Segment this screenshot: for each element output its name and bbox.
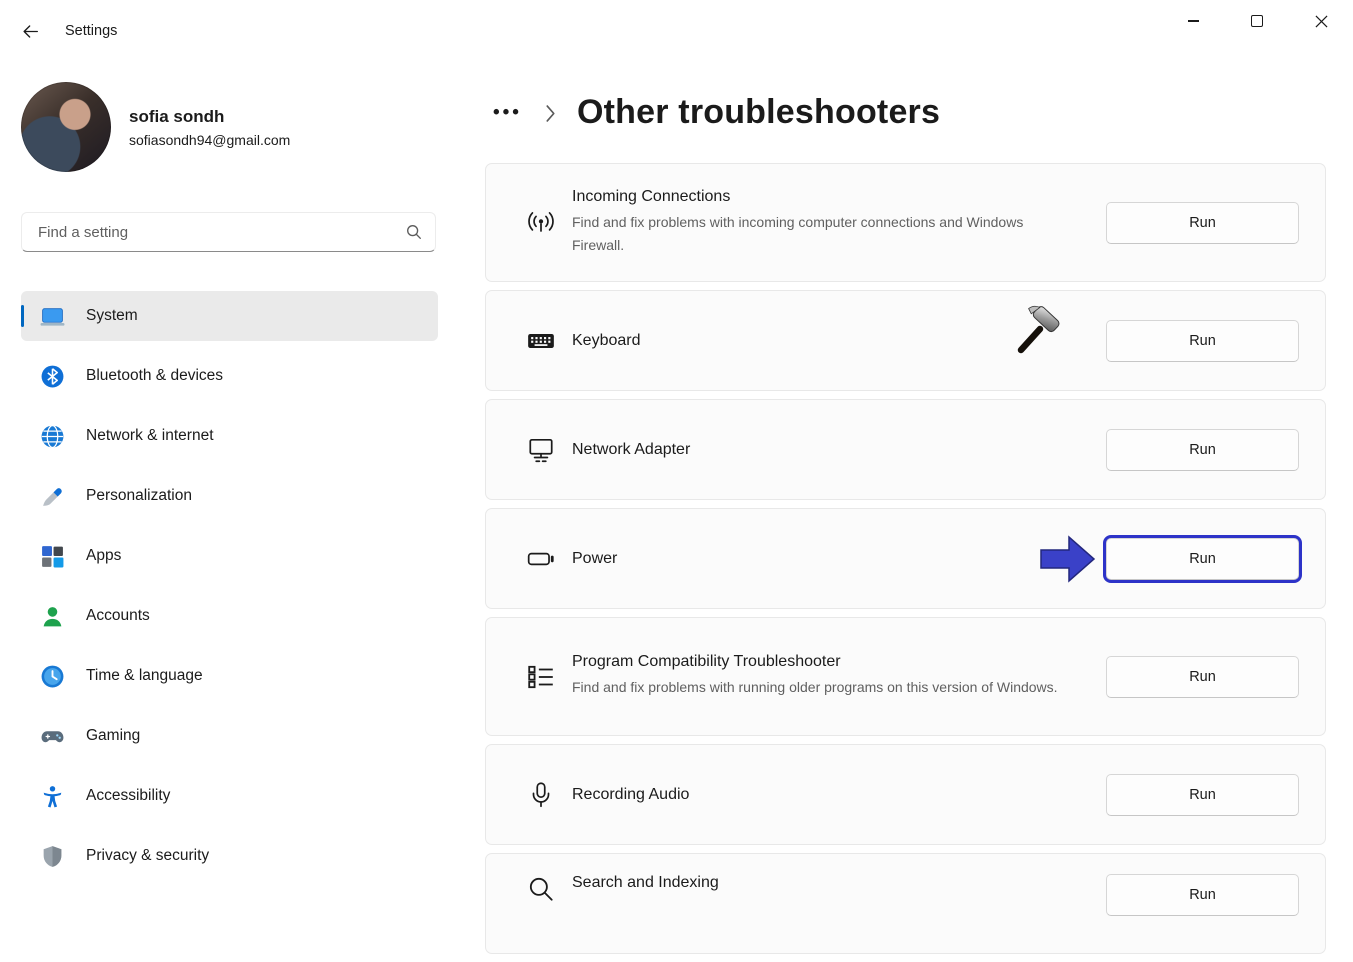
- power-icon: [526, 544, 556, 574]
- page-title: Other troubleshooters: [577, 93, 940, 132]
- privacy-security-icon: [40, 844, 65, 869]
- troubleshooter-text: Power: [572, 550, 1106, 568]
- sidebar: sofia sondh sofiasondh94@gmail.com Syste…: [0, 62, 460, 886]
- accessibility-icon: [40, 784, 65, 809]
- sidebar-item-accessibility[interactable]: Accessibility: [21, 771, 438, 821]
- maximize-button[interactable]: [1225, 0, 1289, 42]
- sidebar-item-accounts[interactable]: Accounts: [21, 591, 438, 641]
- sidebar-item-personalization[interactable]: Personalization: [21, 471, 438, 521]
- sidebar-item-apps[interactable]: Apps: [21, 531, 438, 581]
- troubleshooter-text: Recording Audio: [572, 786, 1106, 804]
- network-icon: [40, 424, 65, 449]
- close-icon: [1315, 15, 1328, 28]
- sidebar-item-label: Gaming: [86, 727, 140, 745]
- accounts-icon: [40, 604, 65, 629]
- minimize-icon: [1188, 20, 1199, 21]
- sidebar-item-label: Accounts: [86, 607, 150, 625]
- sidebar-item-privacy-security[interactable]: Privacy & security: [21, 831, 438, 881]
- titlebar: Settings: [0, 0, 1353, 62]
- selected-indicator: [21, 305, 24, 327]
- search-and-indexing-icon: [526, 874, 556, 904]
- bluetooth-icon: [40, 364, 65, 389]
- run-button-keyboard[interactable]: Run: [1106, 320, 1299, 362]
- user-email: sofiasondh94@gmail.com: [129, 132, 290, 148]
- back-button[interactable]: [22, 23, 39, 40]
- window-controls: [1161, 0, 1353, 42]
- sidebar-item-label: Personalization: [86, 487, 192, 505]
- sidebar-item-label: Apps: [86, 547, 121, 565]
- troubleshooter-name: Search and Indexing: [572, 874, 1106, 892]
- network-adapter-icon: [526, 435, 556, 465]
- hammer-cursor-icon: [1013, 305, 1065, 355]
- troubleshooter-name: Incoming Connections: [572, 188, 1106, 206]
- system-icon: [40, 304, 65, 329]
- sidebar-item-network-internet[interactable]: Network & internet: [21, 411, 438, 461]
- sidebar-item-label: System: [86, 307, 138, 325]
- sidebar-item-system[interactable]: System: [21, 291, 438, 341]
- incoming-connections-icon: [526, 208, 556, 238]
- troubleshooter-name: Program Compatibility Troubleshooter: [572, 653, 1106, 671]
- sidebar-item-bluetooth-devices[interactable]: Bluetooth & devices: [21, 351, 438, 401]
- back-arrow-icon: [22, 23, 39, 40]
- main-content: ••• Other troubleshooters Incoming Conne…: [485, 62, 1326, 962]
- troubleshooter-text: Search and Indexing: [572, 874, 1106, 892]
- troubleshooter-name: Recording Audio: [572, 786, 1106, 804]
- troubleshooter-name: Network Adapter: [572, 441, 1106, 459]
- run-button-power[interactable]: Run: [1106, 538, 1299, 580]
- program-compatibility-icon: [526, 662, 556, 692]
- troubleshooter-text: Network Adapter: [572, 441, 1106, 459]
- page-header: ••• Other troubleshooters: [485, 82, 1326, 142]
- sidebar-item-label: Privacy & security: [86, 847, 209, 865]
- user-profile[interactable]: sofia sondh sofiasondh94@gmail.com: [21, 82, 290, 172]
- recording-audio-icon: [526, 780, 556, 810]
- breadcrumb-ellipsis-button[interactable]: •••: [491, 103, 524, 122]
- troubleshooter-description: Find and fix problems with incoming comp…: [572, 211, 1067, 257]
- troubleshooter-card-network-adapter: Network AdapterRun: [485, 399, 1326, 500]
- run-button-network-adapter[interactable]: Run: [1106, 429, 1299, 471]
- maximize-icon: [1251, 15, 1263, 27]
- troubleshooter-card-keyboard: KeyboardRun: [485, 290, 1326, 391]
- window-title: Settings: [65, 23, 117, 39]
- run-button-recording-audio[interactable]: Run: [1106, 774, 1299, 816]
- search-input[interactable]: [36, 223, 405, 242]
- troubleshooter-description: Find and fix problems with running older…: [572, 676, 1067, 699]
- troubleshooter-text: Program Compatibility Troubleshooter Find…: [572, 653, 1106, 699]
- apps-icon: [40, 544, 65, 569]
- time-language-icon: [40, 664, 65, 689]
- sidebar-nav: System Bluetooth & devices Network & inter…: [21, 291, 438, 891]
- troubleshooter-card-program-compatibility-troubleshooter: Program Compatibility Troubleshooter Find…: [485, 617, 1326, 736]
- troubleshooter-list: Incoming Connections Find and fix problem…: [485, 163, 1326, 954]
- highlight-arrow-icon: [1039, 533, 1097, 585]
- troubleshooter-card-incoming-connections: Incoming Connections Find and fix problem…: [485, 163, 1326, 282]
- sidebar-item-label: Accessibility: [86, 787, 170, 805]
- troubleshooter-card-power: PowerRun: [485, 508, 1326, 609]
- minimize-button[interactable]: [1161, 0, 1225, 42]
- personalization-icon: [40, 484, 65, 509]
- sidebar-item-label: Network & internet: [86, 427, 214, 445]
- troubleshooter-card-recording-audio: Recording AudioRun: [485, 744, 1326, 845]
- troubleshooter-card-search-and-indexing: Search and IndexingRun: [485, 853, 1326, 954]
- troubleshooter-text: Incoming Connections Find and fix problem…: [572, 188, 1106, 257]
- keyboard-icon: [526, 326, 556, 356]
- run-button-incoming-connections[interactable]: Run: [1106, 202, 1299, 244]
- sidebar-item-time-language[interactable]: Time & language: [21, 651, 438, 701]
- user-name: sofia sondh: [129, 107, 290, 127]
- chevron-right-icon: [544, 103, 557, 124]
- search-icon[interactable]: [405, 223, 423, 241]
- troubleshooter-name: Power: [572, 550, 1106, 568]
- sidebar-item-gaming[interactable]: Gaming: [21, 711, 438, 761]
- close-button[interactable]: [1289, 0, 1353, 42]
- run-button-search-and-indexing[interactable]: Run: [1106, 874, 1299, 916]
- run-button-program-compatibility-troubleshooter[interactable]: Run: [1106, 656, 1299, 698]
- search-box[interactable]: [21, 212, 436, 252]
- sidebar-item-label: Bluetooth & devices: [86, 367, 223, 385]
- avatar: [21, 82, 111, 172]
- gaming-icon: [40, 724, 65, 749]
- sidebar-item-label: Time & language: [86, 667, 203, 685]
